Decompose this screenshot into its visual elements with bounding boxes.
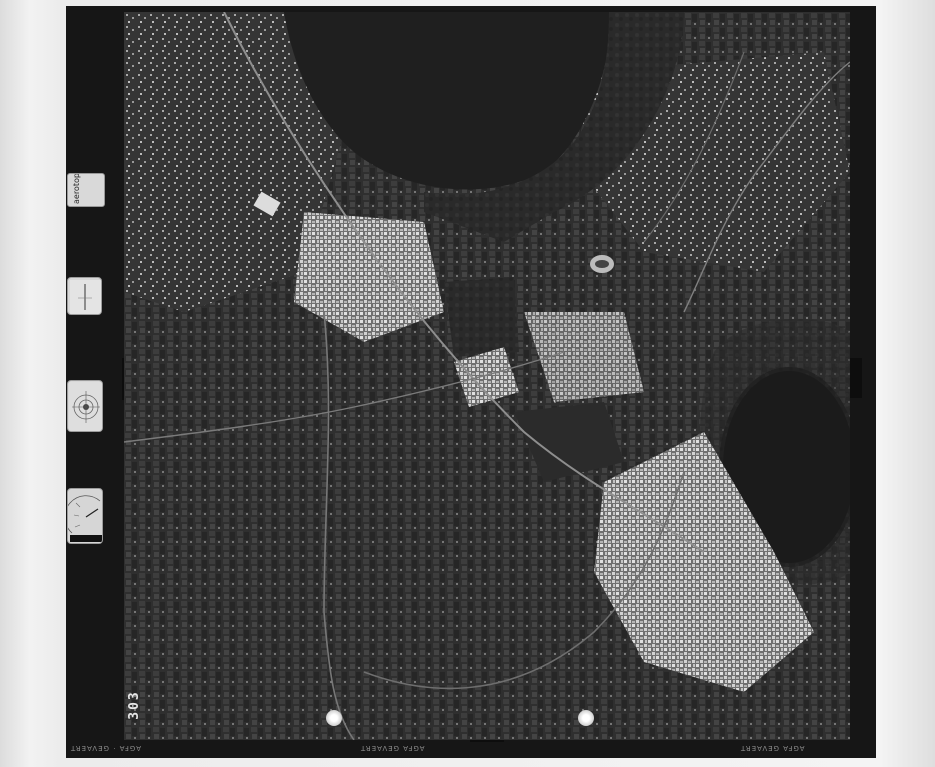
film-notch-right bbox=[848, 358, 862, 398]
camera-brand-plate: aerotop bbox=[67, 173, 105, 207]
level-bubble-icon bbox=[67, 380, 103, 432]
frame-number: 303 bbox=[124, 676, 146, 734]
fiducial-mark-icon bbox=[326, 710, 342, 726]
aerial-terrain bbox=[124, 12, 850, 740]
altimeter-gauge-icon bbox=[67, 277, 102, 315]
clock-gauge-icon bbox=[67, 488, 103, 544]
film-edge-text-center: AGFA GEVAERT bbox=[360, 744, 425, 752]
frame-number-text: 303 bbox=[127, 690, 142, 720]
brand-label: aerotop bbox=[72, 173, 81, 204]
aerial-photograph bbox=[124, 12, 850, 740]
film-edge-text-left: AGFA · GEVAERT bbox=[70, 744, 141, 752]
film-edge-text-right: AGFA GEVAERT bbox=[740, 744, 805, 752]
fiducial-mark-icon bbox=[578, 710, 594, 726]
